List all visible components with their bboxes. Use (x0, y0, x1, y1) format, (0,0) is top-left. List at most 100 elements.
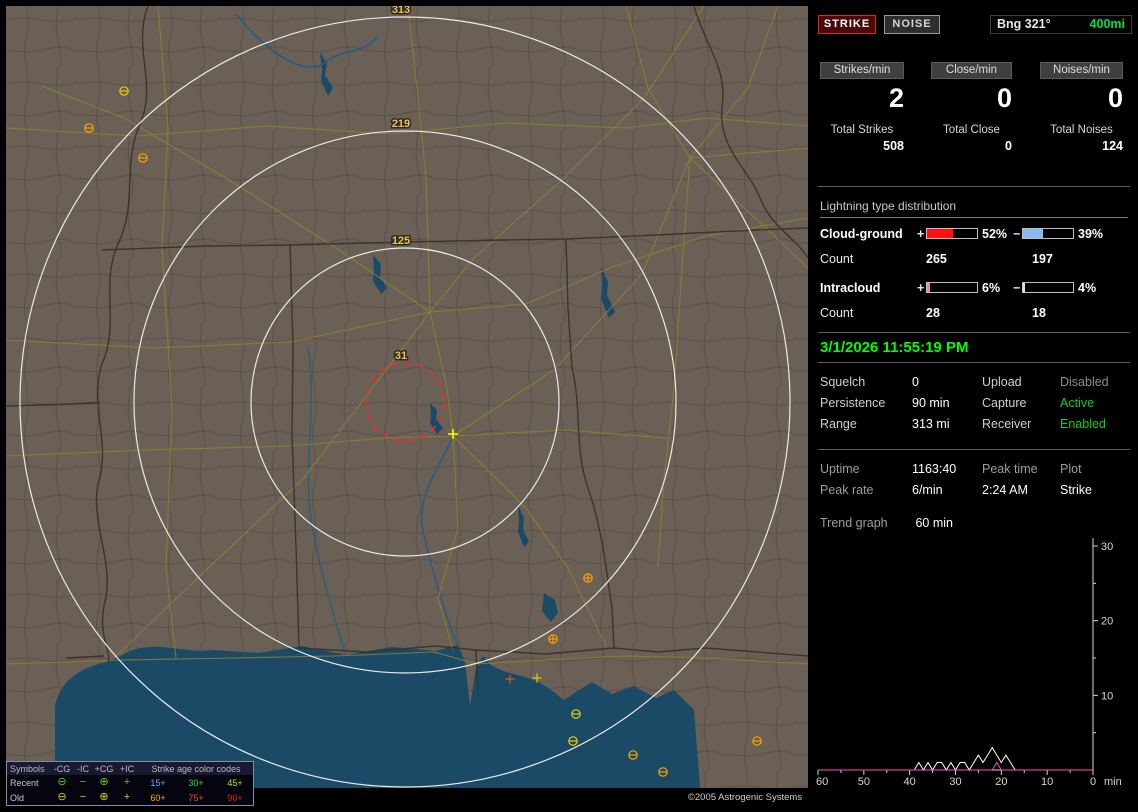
receiver-label: Receiver (982, 417, 1032, 431)
cursor-range-value: 400mi (1089, 17, 1125, 31)
range-value: 313 mi (912, 417, 950, 431)
cg-plus-bar-fill (927, 229, 953, 238)
peak-time-value: 2:24 AM (982, 483, 1028, 497)
nexstorm-window: 313 219 125 31 Symbols -CG -IC +CG +IC Stri… (0, 0, 1138, 812)
circle-minus-icon: ⊖ (57, 776, 67, 788)
legend-type-pos-ic: +IC (119, 763, 135, 774)
circle-minus-icon: ⊖ (57, 791, 67, 803)
squelch-value: 0 (912, 375, 919, 389)
legend-symbols-header: Symbols (10, 763, 45, 774)
cloud-ground-row: Cloud-ground + 52% − 39% (820, 227, 1132, 242)
peak-rate-label: Peak rate (820, 483, 874, 497)
strike-symbol-circle-plus (548, 634, 558, 644)
upload-value: Disabled (1060, 375, 1109, 389)
legend-age-90: 90+ (227, 792, 243, 803)
minus-polarity-sign: − (1013, 227, 1021, 241)
close-per-min-badge[interactable]: Close/min (931, 62, 1012, 79)
ic-plus-bar (926, 282, 978, 293)
cg-minus-count: 197 (1032, 252, 1053, 266)
legend-recent-label: Recent (10, 777, 39, 788)
strikes-per-min-badge[interactable]: Strikes/min (820, 62, 904, 79)
total-noises-value: 124 (1102, 139, 1123, 153)
cloud-ground-count-row: Count 265 197 (820, 252, 1132, 266)
trend-graph-window: 60 min (915, 516, 954, 530)
count-label: Count (820, 306, 854, 320)
strike-mode-button[interactable]: STRIKE (818, 14, 876, 34)
axis-tick-label: 50 (858, 776, 870, 788)
plot-value: Strike (1060, 483, 1092, 497)
squelch-label: Squelch (820, 375, 866, 389)
total-strikes-label: Total Strikes (830, 124, 894, 136)
plus-icon: + (123, 776, 131, 788)
legend-type-neg-cg: -CG (53, 763, 71, 774)
cloud-ground-label: Cloud-ground (820, 227, 903, 241)
axis-tick-label: 10 (1101, 690, 1113, 702)
capture-value: Active (1060, 396, 1095, 410)
axis-tick-label: 30 (949, 776, 961, 788)
current-datetime: 3/1/2026 11:55:19 PM (820, 339, 969, 356)
axis-tick-label: min (1104, 776, 1122, 788)
map-legend: Symbols -CG -IC +CG +IC Strike age color… (6, 761, 254, 806)
separator (818, 186, 1130, 187)
ic-minus-count: 18 (1032, 306, 1046, 320)
capture-label: Capture (982, 396, 1027, 410)
intracloud-label: Intracloud (820, 281, 881, 295)
trend-graph-row: Trend graph 60 min (820, 516, 953, 530)
plus-polarity-sign: + (917, 227, 925, 241)
bearing-range-readout: Bng 321° 400mi (990, 14, 1132, 34)
minus-polarity-sign: − (1013, 281, 1021, 295)
axis-tick-label: 40 (904, 776, 916, 788)
ic-plus-count: 28 (926, 306, 940, 320)
copyright-notice: ©2005 Astrogenic Systems (680, 789, 808, 806)
cg-minus-bar (1022, 228, 1074, 239)
ic-minus-bar (1022, 282, 1074, 293)
panel-header: STRIKE NOISE Bng 321° 400mi (818, 14, 1132, 34)
cg-plus-count: 265 (926, 252, 947, 266)
legend-age-header: Strike age color codes (151, 763, 241, 774)
persistence-label: Persistence (820, 396, 886, 410)
status-panel: STRIKE NOISE Bng 321° 400mi Strikes/min … (816, 6, 1134, 806)
upload-label: Upload (982, 375, 1022, 389)
total-close-value: 0 (1005, 139, 1012, 153)
bearing-value: Bng 321° (997, 17, 1051, 31)
axis-tick-label: 30 (1101, 541, 1113, 553)
axis-tick-label: 20 (995, 776, 1007, 788)
circle-plus-icon: ⊕ (99, 776, 109, 788)
count-label: Count (820, 252, 854, 266)
minus-icon: − (79, 776, 87, 788)
persistence-value: 90 min (912, 396, 950, 410)
intracloud-row: Intracloud + 6% − 4% (820, 281, 1132, 296)
total-strikes-value: 508 (883, 139, 904, 153)
legend-age-45: 45+ (227, 777, 243, 788)
peak-time-label: Peak time (982, 462, 1038, 476)
map-canvas: 313 219 125 31 (6, 6, 808, 788)
close-counter: Close/min 0 Total Close 0 (931, 62, 1012, 153)
total-noises-label: Total Noises (1050, 124, 1113, 136)
noise-mode-button[interactable]: NOISE (884, 14, 940, 34)
legend-age-30: 30+ (188, 777, 204, 788)
range-ring-label: 219 (392, 118, 410, 130)
intracloud-count-row: Count 28 18 (820, 306, 1132, 320)
strikes-per-min-value: 2 (888, 83, 904, 113)
axis-tick-label: 20 (1101, 616, 1113, 628)
receiver-status-grid: Squelch 0 Upload Disabled Persistence 90… (820, 375, 1132, 431)
legend-type-pos-cg: +CG (94, 763, 114, 774)
trend-series-strikes (818, 746, 1093, 771)
minus-icon: − (79, 791, 87, 803)
uptime-value: 1163:40 (912, 462, 957, 476)
separator (818, 332, 1130, 333)
noises-counter: Noises/min 0 Total Noises 124 (1040, 62, 1123, 153)
cg-plus-percent: 52% (982, 227, 1008, 241)
separator (818, 362, 1130, 363)
ic-plus-bar-fill (927, 283, 930, 292)
legend-age-15: 15+ (150, 777, 166, 788)
circle-plus-icon: ⊕ (99, 791, 109, 803)
noises-per-min-value: 0 (1107, 83, 1123, 113)
lightning-map[interactable]: 313 219 125 31 Symbols -CG -IC +CG +IC Stri… (6, 6, 808, 806)
receiver-value: Enabled (1060, 417, 1106, 431)
ic-plus-percent: 6% (982, 281, 1001, 295)
cg-plus-bar (926, 228, 978, 239)
cg-minus-percent: 39% (1078, 227, 1104, 241)
total-close-label: Total Close (943, 124, 1000, 136)
noises-per-min-badge[interactable]: Noises/min (1040, 62, 1123, 79)
